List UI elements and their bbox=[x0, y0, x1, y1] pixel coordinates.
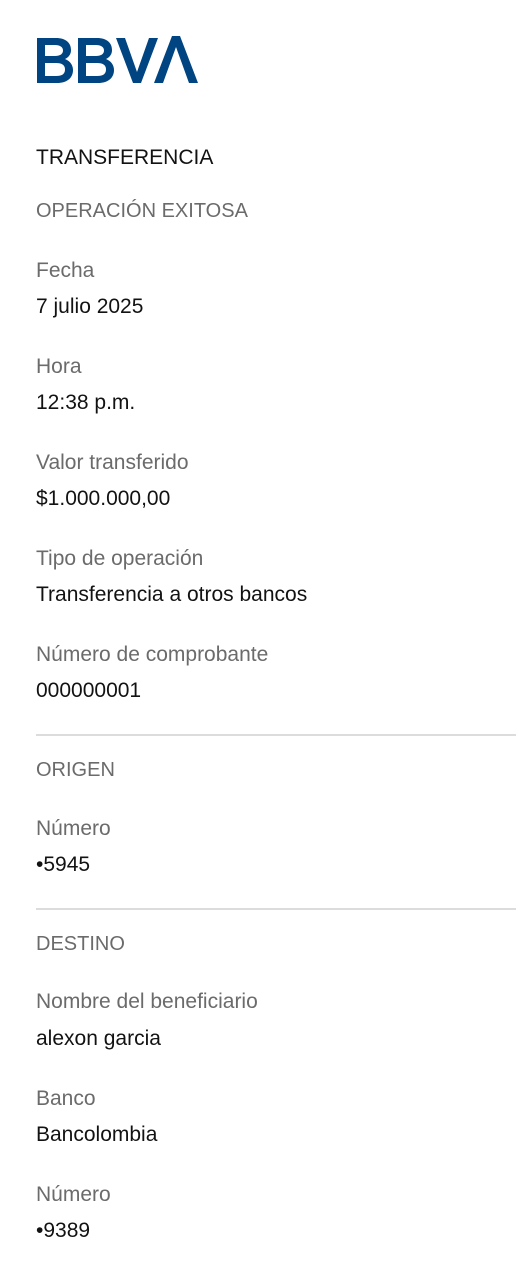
origen-numero-label: Número bbox=[36, 817, 111, 840]
divider-destino bbox=[36, 908, 516, 910]
valor-transferido-label: Valor transferido bbox=[36, 451, 189, 474]
origen-section-title: ORIGEN bbox=[36, 759, 115, 781]
banco-label: Banco bbox=[36, 1087, 96, 1110]
numero-comprobante-label: Número de comprobante bbox=[36, 643, 269, 666]
bbva-logo-text: BBVA bbox=[36, 86, 37, 87]
numero-comprobante-value: 000000001 bbox=[36, 679, 142, 702]
beneficiario-label: Nombre del beneficiario bbox=[36, 990, 258, 1013]
divider-origen bbox=[36, 734, 516, 736]
banco-value: Bancolombia bbox=[36, 1123, 158, 1146]
receipt-title: TRANSFERENCIA bbox=[36, 146, 214, 169]
beneficiario-value: alexon garcia bbox=[36, 1027, 161, 1050]
valor-transferido-value: $1.000.000,00 bbox=[36, 487, 171, 510]
hora-value: 12:38 p.m. bbox=[36, 391, 136, 414]
fecha-value: 7 julio 2025 bbox=[36, 295, 144, 318]
hora-label: Hora bbox=[36, 355, 82, 378]
tipo-operacion-label: Tipo de operación bbox=[36, 547, 204, 570]
operation-status: OPERACIÓN EXITOSA bbox=[36, 200, 248, 222]
destino-section-title: DESTINO bbox=[36, 933, 125, 955]
destino-numero-label: Número bbox=[36, 1183, 111, 1206]
fecha-label: Fecha bbox=[36, 259, 95, 282]
destino-numero-value: •9389 bbox=[36, 1219, 91, 1242]
origen-numero-value: •5945 bbox=[36, 853, 91, 876]
bbva-logo: BBVA bbox=[36, 34, 198, 86]
tipo-operacion-value: Transferencia a otros bancos bbox=[36, 583, 308, 606]
